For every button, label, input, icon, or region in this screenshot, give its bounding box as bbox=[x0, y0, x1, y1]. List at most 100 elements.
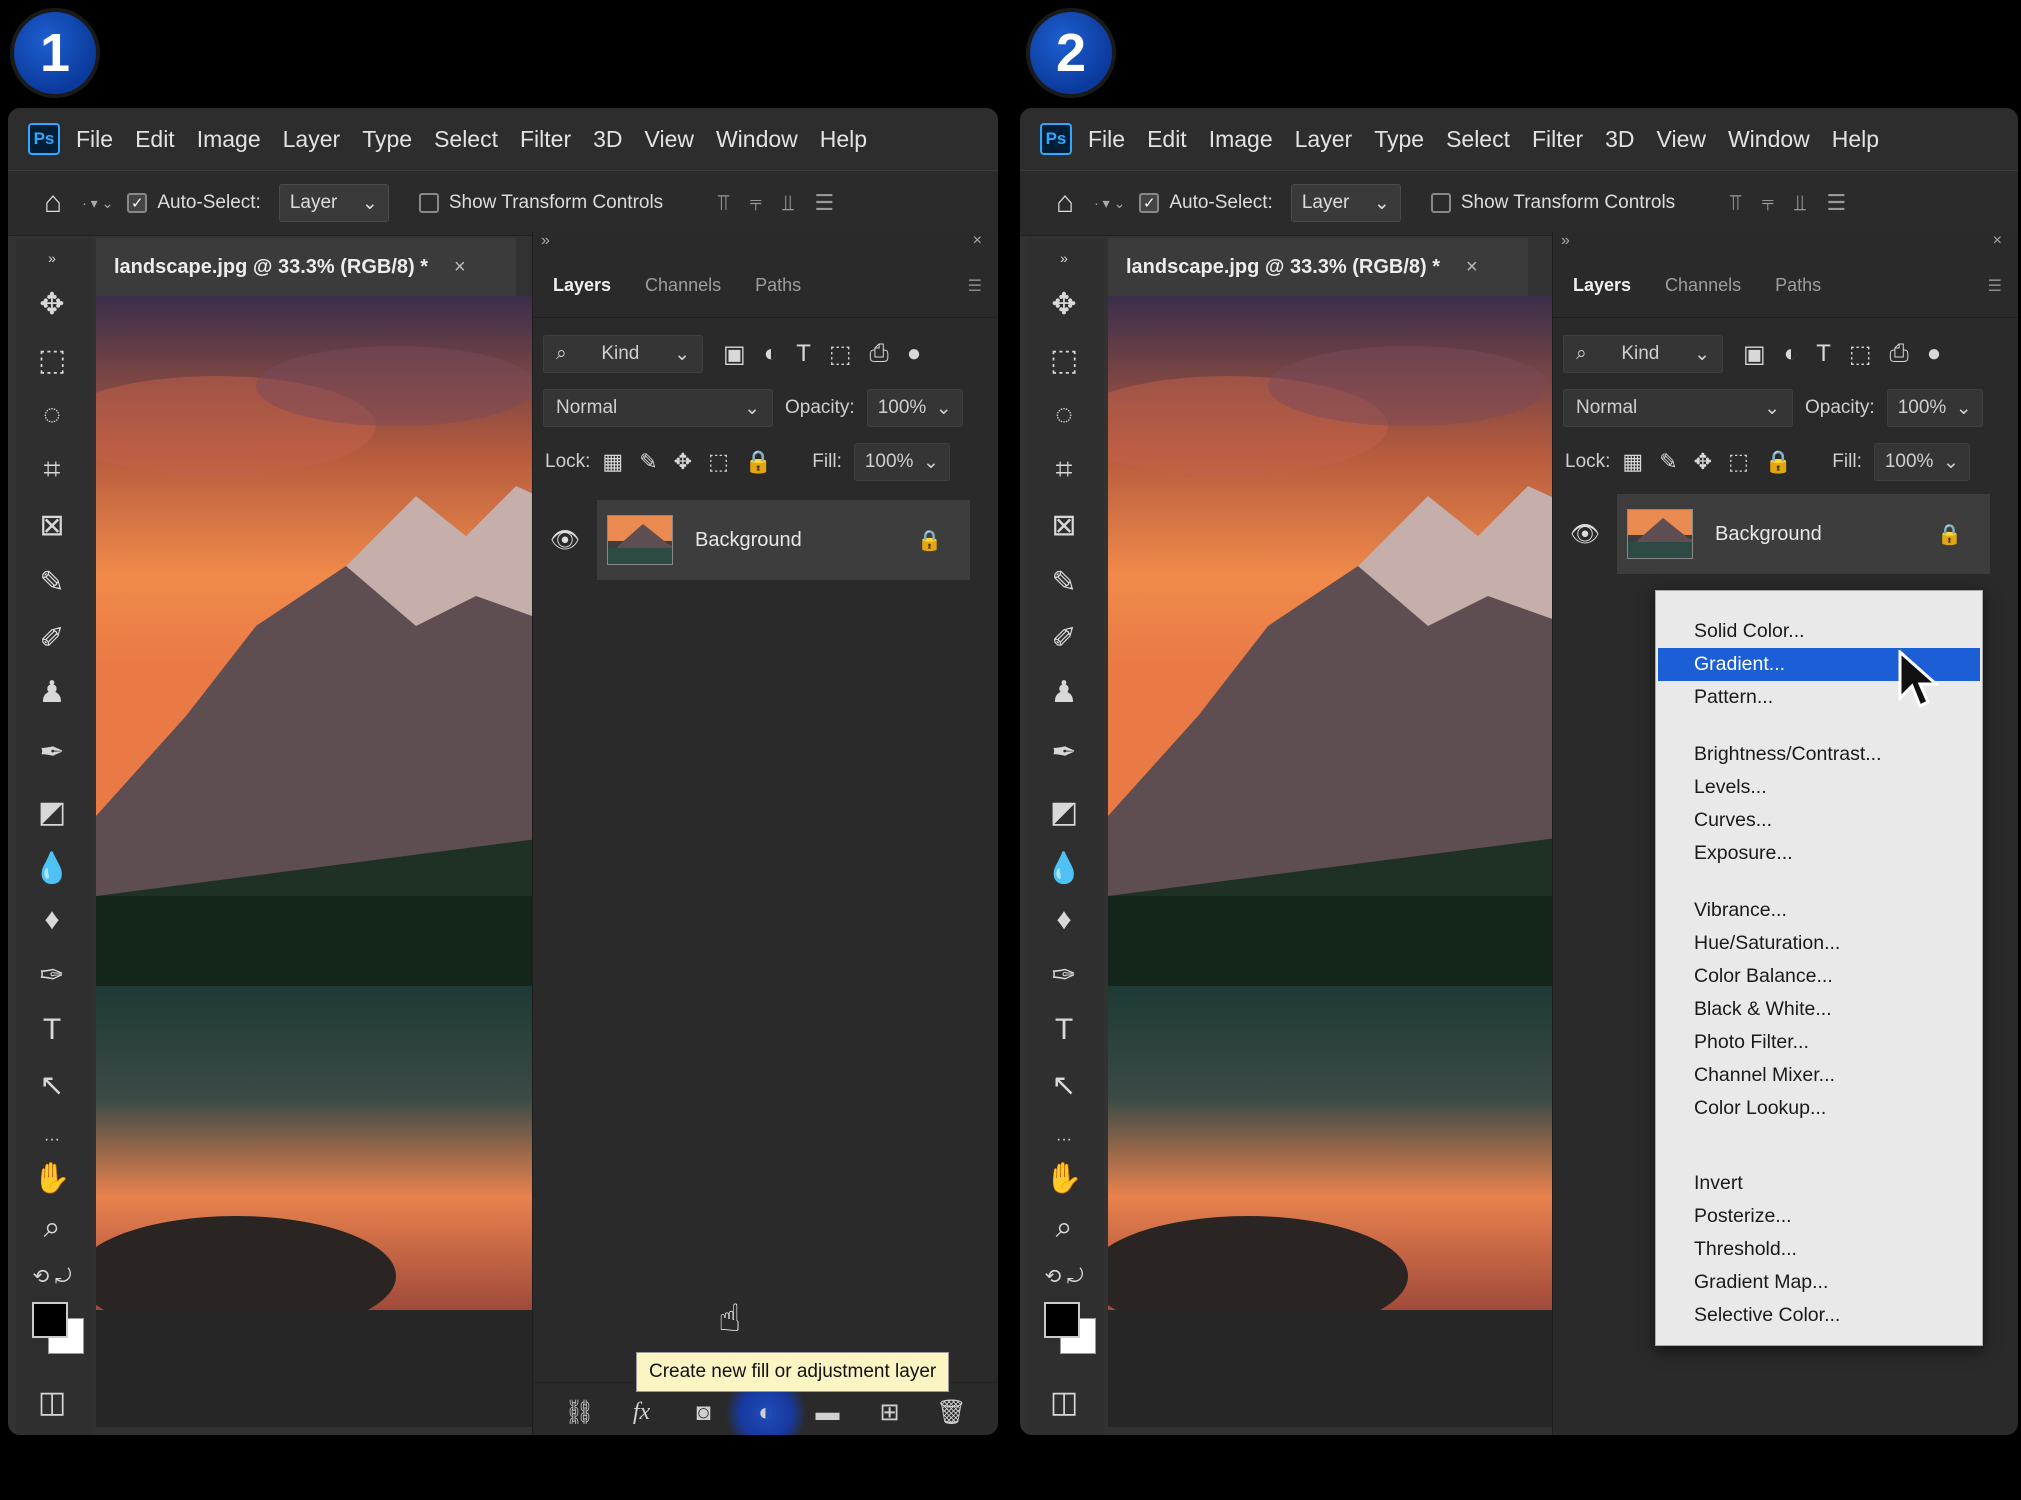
pixel-filter-icon[interactable]: ▣ bbox=[723, 340, 746, 369]
visibility-eye-icon[interactable]: 👁 bbox=[1553, 520, 1617, 549]
lock-all-icon[interactable]: 🔒 bbox=[745, 449, 772, 475]
brush-tool-icon[interactable]: ✒ bbox=[30, 730, 74, 774]
menu-file[interactable]: File bbox=[1088, 126, 1125, 153]
menu-3d[interactable]: 3D bbox=[593, 126, 622, 153]
delete-layer-icon[interactable]: 🗑 bbox=[935, 1396, 969, 1430]
align-bottom-icon[interactable]: ⫫ bbox=[782, 190, 794, 216]
menu-item-solid-color[interactable]: Solid Color... bbox=[1656, 615, 1982, 648]
lock-image-icon[interactable]: ✎ bbox=[639, 449, 657, 475]
zoom-tool-icon[interactable]: ⌕ bbox=[30, 1206, 74, 1250]
menu-item-curves[interactable]: Curves... bbox=[1656, 804, 1982, 837]
new-layer-icon[interactable]: ⊞ bbox=[873, 1396, 907, 1430]
menu-layer[interactable]: Layer bbox=[1295, 126, 1353, 153]
eraser-tool-icon[interactable]: ◩ bbox=[1042, 790, 1086, 834]
menu-item-color-lookup[interactable]: Color Lookup... bbox=[1656, 1092, 1982, 1125]
menu-layer[interactable]: Layer bbox=[283, 126, 341, 153]
shape-filter-icon[interactable]: ⬚ bbox=[829, 340, 852, 369]
type-filter-icon[interactable]: T bbox=[1816, 340, 1831, 369]
close-panel-icon[interactable]: × bbox=[973, 232, 982, 250]
align-top-icon[interactable]: ⫪ bbox=[1729, 190, 1741, 216]
move-tool-preset-icon[interactable]: ⌂ bbox=[44, 186, 62, 220]
menu-select[interactable]: Select bbox=[434, 126, 498, 153]
clone-stamp-icon[interactable]: ♟ bbox=[1042, 670, 1086, 714]
menu-filter[interactable]: Filter bbox=[520, 126, 571, 153]
align-middle-icon[interactable]: ⫧ bbox=[1762, 190, 1774, 216]
menu-type[interactable]: Type bbox=[362, 126, 412, 153]
layer-row-background[interactable]: 👁 Background 🔒 bbox=[533, 500, 998, 580]
eyedropper-tool-icon[interactable]: ✎ bbox=[1042, 560, 1086, 604]
menu-item-invert[interactable]: Invert bbox=[1656, 1167, 1982, 1200]
menu-edit[interactable]: Edit bbox=[1147, 126, 1187, 153]
menu-view[interactable]: View bbox=[645, 126, 694, 153]
canvas-area[interactable] bbox=[96, 296, 560, 1427]
frame-tool-icon[interactable]: ⊠ bbox=[1042, 503, 1086, 547]
menu-help[interactable]: Help bbox=[820, 126, 867, 153]
filter-toggle-icon[interactable]: ● bbox=[1927, 340, 1942, 369]
align-middle-icon[interactable]: ⫧ bbox=[750, 190, 762, 216]
lasso-tool-icon[interactable]: ◌ bbox=[30, 393, 74, 437]
move-tool-icon[interactable]: ✥ bbox=[30, 282, 74, 326]
blend-mode-dropdown[interactable]: Normal ⌄ bbox=[543, 389, 773, 427]
pixel-filter-icon[interactable]: ▣ bbox=[1743, 340, 1766, 369]
tab-paths[interactable]: Paths bbox=[755, 275, 801, 296]
collapse-panel-icon[interactable]: » bbox=[1561, 232, 1570, 250]
menu-item-exposure[interactable]: Exposure... bbox=[1656, 837, 1982, 870]
show-transform-checkbox[interactable] bbox=[418, 193, 439, 213]
collapse-icon[interactable]: » bbox=[1042, 248, 1086, 268]
eyedropper-tool-icon[interactable]: ✎ bbox=[30, 560, 74, 604]
brush-tool-icon[interactable]: ✒ bbox=[1042, 730, 1086, 774]
smart-object-filter-icon[interactable]: ⎙ bbox=[870, 340, 889, 369]
healing-brush-icon[interactable]: ✐ bbox=[1042, 616, 1086, 660]
collapse-icon[interactable]: » bbox=[30, 248, 74, 268]
menu-edit[interactable]: Edit bbox=[135, 126, 175, 153]
menu-filter[interactable]: Filter bbox=[1532, 126, 1583, 153]
lasso-tool-icon[interactable]: ◌ bbox=[1042, 393, 1086, 437]
tab-layers[interactable]: Layers bbox=[1573, 275, 1631, 296]
type-tool-icon[interactable]: T bbox=[30, 1008, 74, 1052]
hand-tool-icon[interactable]: ✋ bbox=[1042, 1156, 1086, 1200]
auto-select-checkbox[interactable]: ✓ bbox=[1139, 193, 1160, 213]
pen-tool-icon[interactable]: ✑ bbox=[1042, 953, 1086, 997]
lock-transparent-icon[interactable]: ▦ bbox=[602, 449, 623, 475]
adjustment-layer-icon[interactable]: ◐ bbox=[725, 1372, 806, 1435]
frame-tool-icon[interactable]: ⊠ bbox=[30, 503, 74, 547]
align-bottom-icon[interactable]: ⫫ bbox=[1794, 190, 1806, 216]
auto-select-dropdown[interactable]: Layer ⌄ bbox=[278, 184, 389, 222]
move-tool-icon[interactable]: ✥ bbox=[1042, 282, 1086, 326]
close-icon[interactable]: × bbox=[1466, 256, 1478, 279]
crop-tool-icon[interactable]: ⌗ bbox=[1042, 448, 1086, 492]
menu-window[interactable]: Window bbox=[1728, 126, 1810, 153]
zoom-tool-icon[interactable]: ⌕ bbox=[1042, 1206, 1086, 1250]
lock-artboard-icon[interactable]: ⬚ bbox=[1728, 449, 1749, 475]
pen-tool-icon[interactable]: ✑ bbox=[30, 953, 74, 997]
adjustment-filter-icon[interactable]: ◐ bbox=[764, 340, 779, 369]
panel-menu-icon[interactable]: ☰ bbox=[968, 276, 982, 296]
adjustment-filter-icon[interactable]: ◐ bbox=[1784, 340, 1799, 369]
layer-item[interactable]: Background 🔒 bbox=[1617, 494, 1990, 574]
layer-item[interactable]: Background 🔒 bbox=[597, 500, 970, 580]
healing-brush-icon[interactable]: ✐ bbox=[30, 616, 74, 660]
opacity-field[interactable]: 100% ⌄ bbox=[1886, 389, 1983, 427]
menu-file[interactable]: File bbox=[76, 126, 113, 153]
panel-menu-icon[interactable]: ☰ bbox=[1988, 276, 2002, 296]
menu-select[interactable]: Select bbox=[1446, 126, 1510, 153]
lock-position-icon[interactable]: ✥ bbox=[674, 449, 692, 475]
close-icon[interactable]: × bbox=[454, 256, 466, 279]
menu-view[interactable]: View bbox=[1657, 126, 1706, 153]
smart-object-filter-icon[interactable]: ⎙ bbox=[1890, 340, 1909, 369]
clone-stamp-icon[interactable]: ♟ bbox=[30, 670, 74, 714]
quick-mask-icon[interactable]: ◫ bbox=[1042, 1380, 1086, 1424]
path-selection-icon[interactable]: ↖ bbox=[30, 1063, 74, 1107]
lock-all-icon[interactable]: 🔒 bbox=[1765, 449, 1792, 475]
dodge-tool-icon[interactable]: ♦ bbox=[1042, 898, 1086, 942]
menu-item-hue-saturation[interactable]: Hue/Saturation... bbox=[1656, 927, 1982, 960]
opacity-field[interactable]: 100% ⌄ bbox=[866, 389, 963, 427]
marquee-tool-icon[interactable]: ⬚ bbox=[30, 338, 74, 382]
add-mask-icon[interactable]: ◙ bbox=[687, 1396, 721, 1430]
canvas-area[interactable] bbox=[1108, 296, 1572, 1427]
menu-item-levels[interactable]: Levels... bbox=[1656, 771, 1982, 804]
fill-field[interactable]: 100% ⌄ bbox=[853, 443, 950, 481]
eraser-tool-icon[interactable]: ◩ bbox=[30, 790, 74, 834]
auto-select-checkbox[interactable]: ✓ bbox=[127, 193, 148, 213]
dodge-tool-icon[interactable]: ♦ bbox=[30, 898, 74, 942]
